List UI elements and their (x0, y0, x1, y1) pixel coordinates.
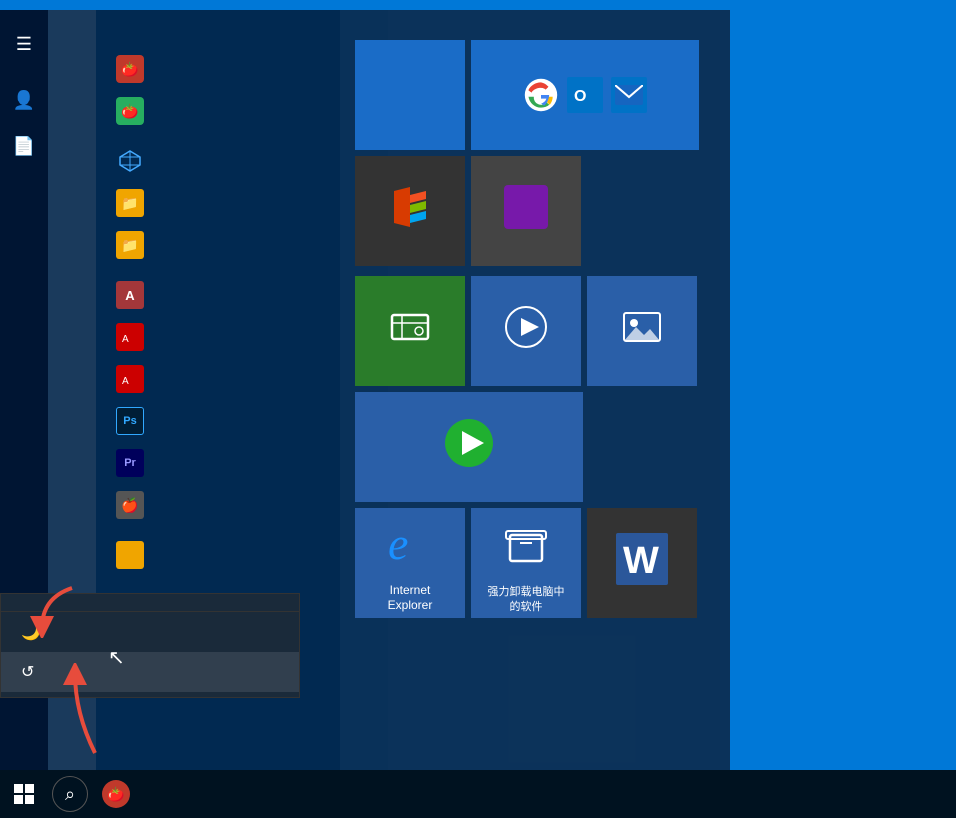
app-icon-access: A (116, 281, 144, 309)
xbox-logo-icon (384, 307, 436, 347)
restart-icon: ↺ (21, 662, 34, 682)
arrow-indicator-1 (22, 578, 82, 643)
search-icon: ⌕ (65, 784, 75, 805)
xbox-tile-label (355, 378, 465, 386)
tencent-tile[interactable] (355, 392, 583, 502)
ie-tile-label: InternetExplorer (355, 579, 465, 618)
tencent-icon (443, 417, 495, 469)
start-button[interactable] (0, 770, 48, 818)
movies-tile-label (471, 378, 581, 386)
tiles-row-4 (355, 392, 715, 502)
office-tile-label (355, 258, 465, 266)
photos-tile-label (587, 378, 697, 386)
app-icon-apple: 🍎 (116, 491, 144, 519)
onenote-logo-icon (504, 185, 548, 229)
office-tile[interactable] (355, 156, 465, 266)
play-icon (504, 305, 548, 349)
word-logo-icon: W (616, 533, 668, 585)
svg-text:O: O (574, 88, 586, 105)
app-icon-acrobat1: A (116, 323, 144, 351)
uninstall-icon (502, 521, 550, 569)
tiles-row-2 (355, 156, 715, 266)
tomato-app-icon: 🍅 (102, 780, 130, 808)
movies-tile[interactable] (471, 276, 581, 386)
app-icon-pr: Pr (116, 449, 144, 477)
photos-tile[interactable] (587, 276, 697, 386)
envelope-icon (611, 77, 647, 113)
windows-logo-icon (14, 784, 34, 804)
uninstall-tile-label: 强力卸载电脑中的软件 (471, 581, 581, 618)
calendar-tile[interactable] (355, 40, 465, 150)
app-icon-360browser: 📁 (116, 189, 144, 217)
svg-text:W: W (623, 540, 659, 582)
user-icon: 👤 (13, 90, 35, 111)
tiles-panel: O (340, 10, 730, 770)
user-icon-button[interactable]: 👤 (4, 80, 44, 120)
app-icon-ps: Ps (116, 407, 144, 435)
app-icon-tomato1: 🍅 (116, 55, 144, 83)
uninstall-tile[interactable]: 强力卸载电脑中的软件 (471, 508, 581, 618)
onenote-tile-label (471, 258, 581, 266)
docs-icon-button[interactable]: 📄 (4, 126, 44, 166)
hamburger-icon: ☰ (16, 34, 32, 55)
word-tile[interactable]: W (587, 508, 697, 618)
document-icon: 📄 (13, 136, 35, 157)
word-tile-label (587, 610, 697, 618)
taskbar: ⌕ 🍅 (0, 770, 956, 818)
mouse-cursor: ↖ (108, 645, 125, 670)
outlook-icon: O (567, 77, 603, 113)
ie-logo-icon: e (384, 517, 436, 569)
tiles-row-3 (355, 276, 715, 386)
arrow-indicator-2 (55, 663, 135, 768)
tiles-row-1: O (355, 40, 715, 150)
tiles-row-5: e InternetExplorer 强力卸载电脑中的软件 (355, 508, 715, 618)
ie-tile[interactable]: e InternetExplorer (355, 508, 465, 618)
app-icon-3d (116, 147, 144, 175)
tencent-tile-label (355, 494, 583, 502)
app-icon-tomato2: 🍅 (116, 97, 144, 125)
hamburger-button[interactable]: ☰ (4, 24, 44, 64)
app-icon-360center: 📁 (116, 231, 144, 259)
app-icon-acrobat2: A (116, 365, 144, 393)
photos-icon (620, 307, 664, 347)
search-button[interactable]: ⌕ (52, 776, 88, 812)
restart-button[interactable]: ↺ (1, 652, 299, 692)
svg-text:A: A (122, 376, 129, 387)
svg-text:A: A (122, 334, 129, 345)
app-icon-bandicam (116, 541, 144, 569)
mail-tile[interactable]: O (471, 40, 699, 150)
mail-tile-label (471, 142, 699, 150)
svg-text:e: e (388, 518, 408, 569)
mail-icons: O (481, 58, 689, 132)
office-logo-icon (384, 181, 436, 233)
xbox-tile[interactable] (355, 276, 465, 386)
onenote-tile[interactable] (471, 156, 581, 266)
google-icon (523, 77, 559, 113)
taskbar-tomato-app[interactable]: 🍅 (96, 774, 136, 814)
